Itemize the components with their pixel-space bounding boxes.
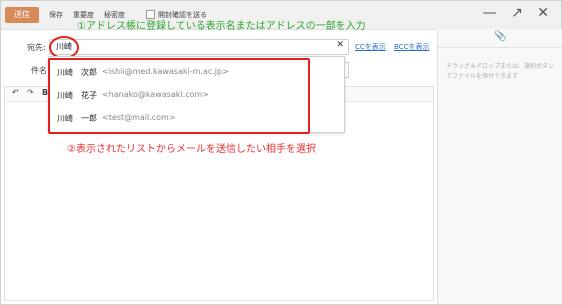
to-label: 宛先: (27, 43, 46, 52)
undo-icon[interactable]: ↶ (12, 88, 19, 97)
to-field[interactable]: 川崎 ✕ (49, 39, 349, 55)
save-button[interactable]: 保存 (49, 10, 63, 20)
window-controls: — ↗ ✕ (473, 5, 549, 21)
popout-icon[interactable]: ↗ (511, 5, 523, 21)
subject-label: 件名: (31, 66, 50, 75)
minimize-icon[interactable]: — (483, 5, 497, 21)
drop-hint: ドラッグ＆ドロップまたは、選択ボタンでファイルを添付できます (446, 63, 555, 80)
show-cc-link[interactable]: CCを表示 (355, 42, 386, 52)
paperclip-icon[interactable]: 📎 (494, 31, 506, 42)
compose-window: 送信 保存 重要度 秘密度 開封確認を送る — ↗ ✕ ①アドレス帳に登録してい… (0, 0, 562, 305)
send-button[interactable]: 送信 (5, 7, 39, 23)
close-icon[interactable]: ✕ (537, 5, 549, 21)
annotation-step2: ②表示されたリストからメールを送信したい相手を選択 (67, 144, 316, 155)
attachment-header: 📎 (438, 29, 562, 48)
attachment-pane: 📎 ドラッグ＆ドロップまたは、選択ボタンでファイルを添付できます (437, 29, 562, 304)
redo-icon[interactable]: ↷ (27, 88, 34, 97)
show-bcc-link[interactable]: BCCを表示 (394, 42, 429, 52)
clear-icon[interactable]: ✕ (336, 40, 344, 50)
highlight-box (48, 58, 310, 134)
annotation-step1: ①アドレス帳に登録している表示名またはアドレスの一部を入力 (77, 21, 366, 32)
